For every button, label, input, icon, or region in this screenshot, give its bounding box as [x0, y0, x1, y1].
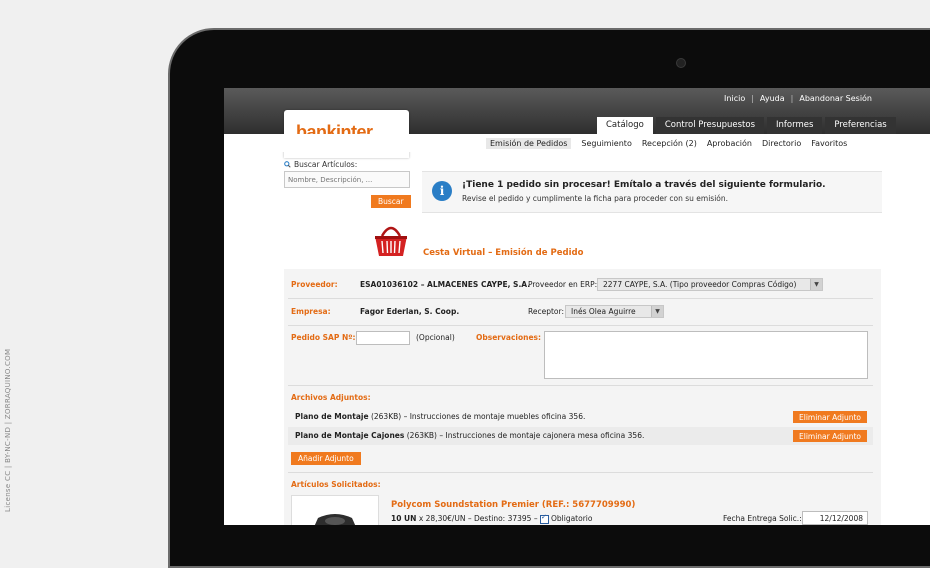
receptor-select[interactable]: Inés Olea Aguirre ▼ [565, 305, 664, 318]
chevron-down-icon: ▼ [651, 306, 663, 317]
separator: | [790, 94, 794, 103]
subnav-favoritos[interactable]: Favoritos [811, 139, 847, 149]
opcional-hint: (Opcional) [416, 333, 455, 342]
search-input[interactable] [284, 171, 410, 188]
sub-navigation: Emisión de Pedidos Seguimiento Recepción… [224, 134, 930, 152]
notice-title: ¡Tiene 1 pedido sin procesar! Emítalo a … [462, 180, 826, 190]
subnav-emision-pedidos[interactable]: Emisión de Pedidos [486, 138, 572, 149]
attachment-text: Plano de Montaje (263KB) – Instrucciones… [295, 412, 585, 421]
divider [288, 325, 873, 326]
shopping-basket-icon [375, 226, 407, 256]
subnav-seguimiento[interactable]: Seguimiento [581, 139, 631, 149]
tab-control-presupuestos[interactable]: Control Presupuestos [655, 117, 765, 134]
search-panel: Buscar Artículos: [284, 160, 410, 188]
attachment-text: Plano de Montaje Cajones (263KB) – Instr… [295, 431, 644, 440]
obligatorio-label: Obligatorio [550, 514, 593, 523]
attachment-row: Plano de Montaje Cajones (263KB) – Instr… [288, 427, 873, 445]
pending-order-notice: i ¡Tiene 1 pedido sin procesar! Emítalo … [422, 171, 882, 213]
attachment-size: (263KB) [370, 412, 402, 421]
main-tabs: Catálogo Control Presupuestos Informes P… [597, 117, 896, 134]
pedido-sap-input[interactable] [356, 331, 410, 345]
add-attachment-button[interactable]: Añadir Adjunto [291, 452, 361, 465]
tab-informes[interactable]: Informes [767, 117, 823, 134]
receptor-value: Inés Olea Aguirre [571, 307, 636, 316]
proveedor-value: ESA01036102 – ALMACENES CAYPE, S.A. [360, 280, 531, 289]
divider [288, 472, 873, 473]
tab-catalogo[interactable]: Catálogo [597, 117, 653, 134]
attachments-title: Archivos Adjuntos: [291, 393, 371, 402]
attachment-row: Plano de Montaje (263KB) – Instrucciones… [288, 408, 873, 426]
divider [288, 298, 873, 299]
subnav-aprobacion[interactable]: Aprobación [707, 139, 752, 149]
search-label-row: Buscar Artículos: [284, 160, 357, 169]
subnav-recepcion[interactable]: Recepción (2) [642, 139, 697, 149]
articles-title: Artículos Solicitados: [291, 480, 381, 489]
remove-attachment-button[interactable]: Eliminar Adjunto [793, 430, 867, 442]
pedido-sap-label: Pedido SAP Nº: [291, 333, 356, 342]
proveedor-erp-value: 2277 CAYPE, S.A. (Tipo proveedor Compras… [603, 280, 797, 289]
obligatorio-checkbox[interactable] [539, 513, 549, 524]
top-links: Inicio | Ayuda | Abandonar Sesión [724, 94, 872, 103]
remove-attachment-button[interactable]: Eliminar Adjunto [793, 411, 867, 423]
order-form: Proveedor: ESA01036102 – ALMACENES CAYPE… [284, 269, 881, 525]
observaciones-label: Observaciones: [476, 333, 542, 342]
link-abandonar-sesion[interactable]: Abandonar Sesión [799, 94, 872, 103]
divider [288, 385, 873, 386]
observaciones-textarea[interactable] [544, 331, 868, 379]
attachment-size: (263KB) [406, 431, 437, 440]
fecha-entrega-input[interactable]: 12/12/2008 [802, 511, 868, 525]
attachment-desc: – Instrucciones de montaje muebles ofici… [403, 412, 586, 421]
webcam [676, 58, 686, 68]
product-line: 10 UN x 28,30€/UN – Destino: 37395 – Obl… [391, 513, 593, 524]
proveedor-label: Proveedor: [291, 280, 338, 289]
chevron-down-icon: ▼ [810, 279, 822, 290]
tab-preferencias[interactable]: Preferencias [825, 117, 896, 134]
search-label: Buscar Artículos: [294, 160, 358, 169]
empresa-label: Empresa: [291, 307, 331, 316]
fecha-entrega-label: Fecha Entrega Solic.: [723, 514, 802, 523]
notice-subtitle: Revise el pedido y cumplimente la ficha … [462, 194, 729, 203]
product-qty: 10 UN [391, 514, 417, 523]
subnav-directorio[interactable]: Directorio [762, 139, 801, 149]
license-credit: License CC | BY-NC-ND | ZORRAQUINO.COM [4, 348, 12, 512]
product-title[interactable]: Polycom Soundstation Premier (REF.: 5677… [391, 500, 635, 510]
separator: | [751, 94, 754, 103]
link-ayuda[interactable]: Ayuda [760, 94, 785, 103]
receptor-label: Receptor: [528, 307, 564, 316]
search-icon [284, 161, 291, 168]
proveedor-erp-label: Proveedor en ERP: [528, 280, 598, 289]
product-price-destino: x 28,30€/UN – Destino: 37395 – [418, 514, 538, 523]
conference-phone-icon [314, 514, 356, 525]
product-image[interactable] [291, 495, 379, 525]
attachment-name[interactable]: Plano de Montaje Cajones [295, 431, 404, 440]
empresa-value: Fagor Ederlan, S. Coop. [360, 307, 460, 316]
app-screen: Inicio | Ayuda | Abandonar Sesión Catálo… [224, 88, 930, 525]
attachment-name[interactable]: Plano de Montaje [295, 412, 369, 421]
search-button[interactable]: Buscar [371, 195, 411, 208]
section-title: Cesta Virtual – Emisión de Pedido [423, 248, 584, 258]
info-icon: i [432, 181, 452, 201]
attachment-desc: – Instrucciones de montaje cajonera mesa… [439, 431, 645, 440]
link-inicio[interactable]: Inicio [724, 94, 745, 103]
proveedor-erp-select[interactable]: 2277 CAYPE, S.A. (Tipo proveedor Compras… [597, 278, 823, 291]
